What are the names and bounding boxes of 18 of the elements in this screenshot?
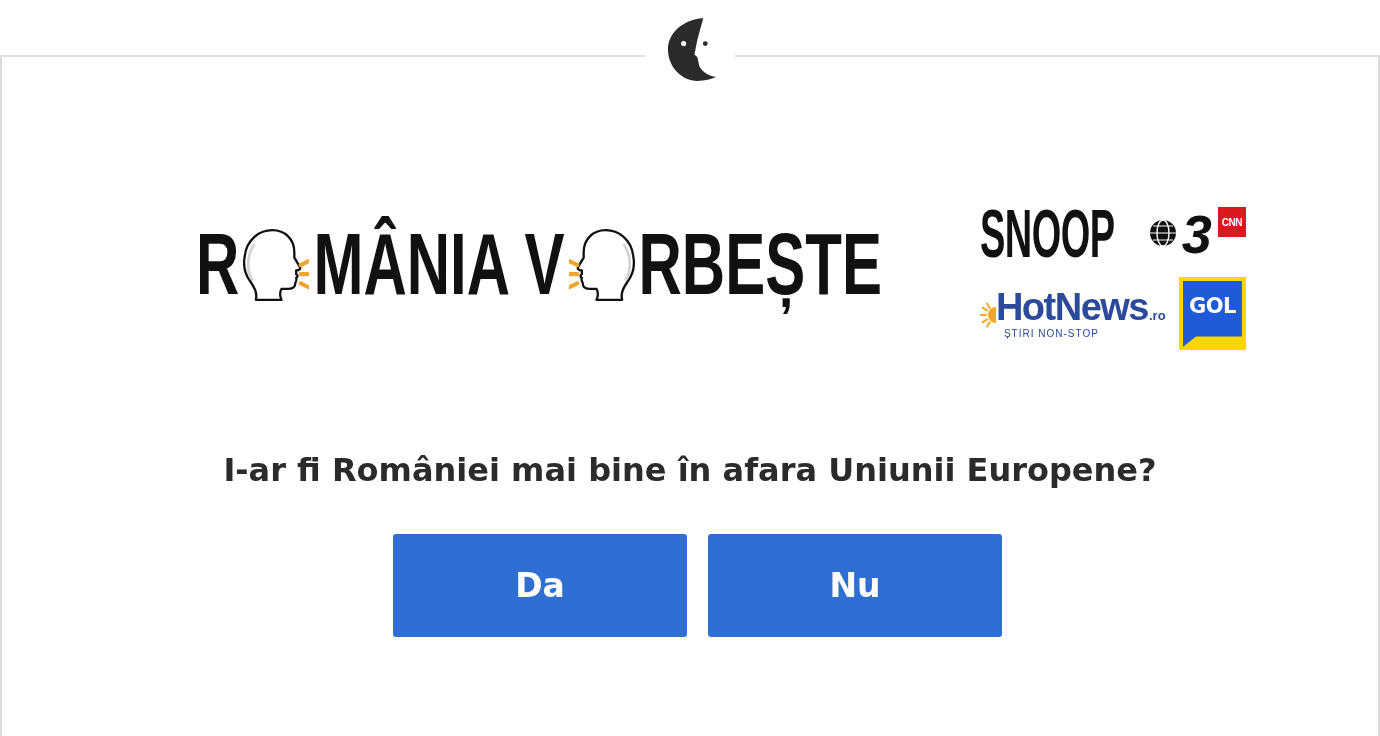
speaking-head-icon [568, 227, 635, 302]
answer-button[interactable]: Da [393, 534, 687, 637]
snoop-wordmark: SNOOP [979, 199, 1115, 269]
poll-question: I-ar fi României mai bine în afara Uniunii Europene? [223, 450, 1157, 490]
sun-icon [979, 300, 996, 329]
answer-button[interactable]: Nu [708, 534, 1002, 637]
channel-number: 3 [1181, 207, 1212, 261]
logo-lettering: RBEȘTE [638, 214, 882, 316]
moon-face-icon [666, 17, 718, 82]
hotnews-tagline: ȘTIRI NON-STOP [1003, 328, 1100, 341]
globe-icon [1148, 219, 1177, 247]
domain-suffix: .ro [1149, 307, 1166, 323]
logo-lettering: R [196, 214, 240, 315]
hotnews-wordmark: HotNews [995, 286, 1148, 329]
speaking-head-icon [243, 227, 310, 302]
cnn-logo: CNN [1217, 207, 1246, 237]
gol-wordmark: GOL [1182, 281, 1242, 347]
logo-lettering: MÂNIA V [313, 214, 565, 315]
